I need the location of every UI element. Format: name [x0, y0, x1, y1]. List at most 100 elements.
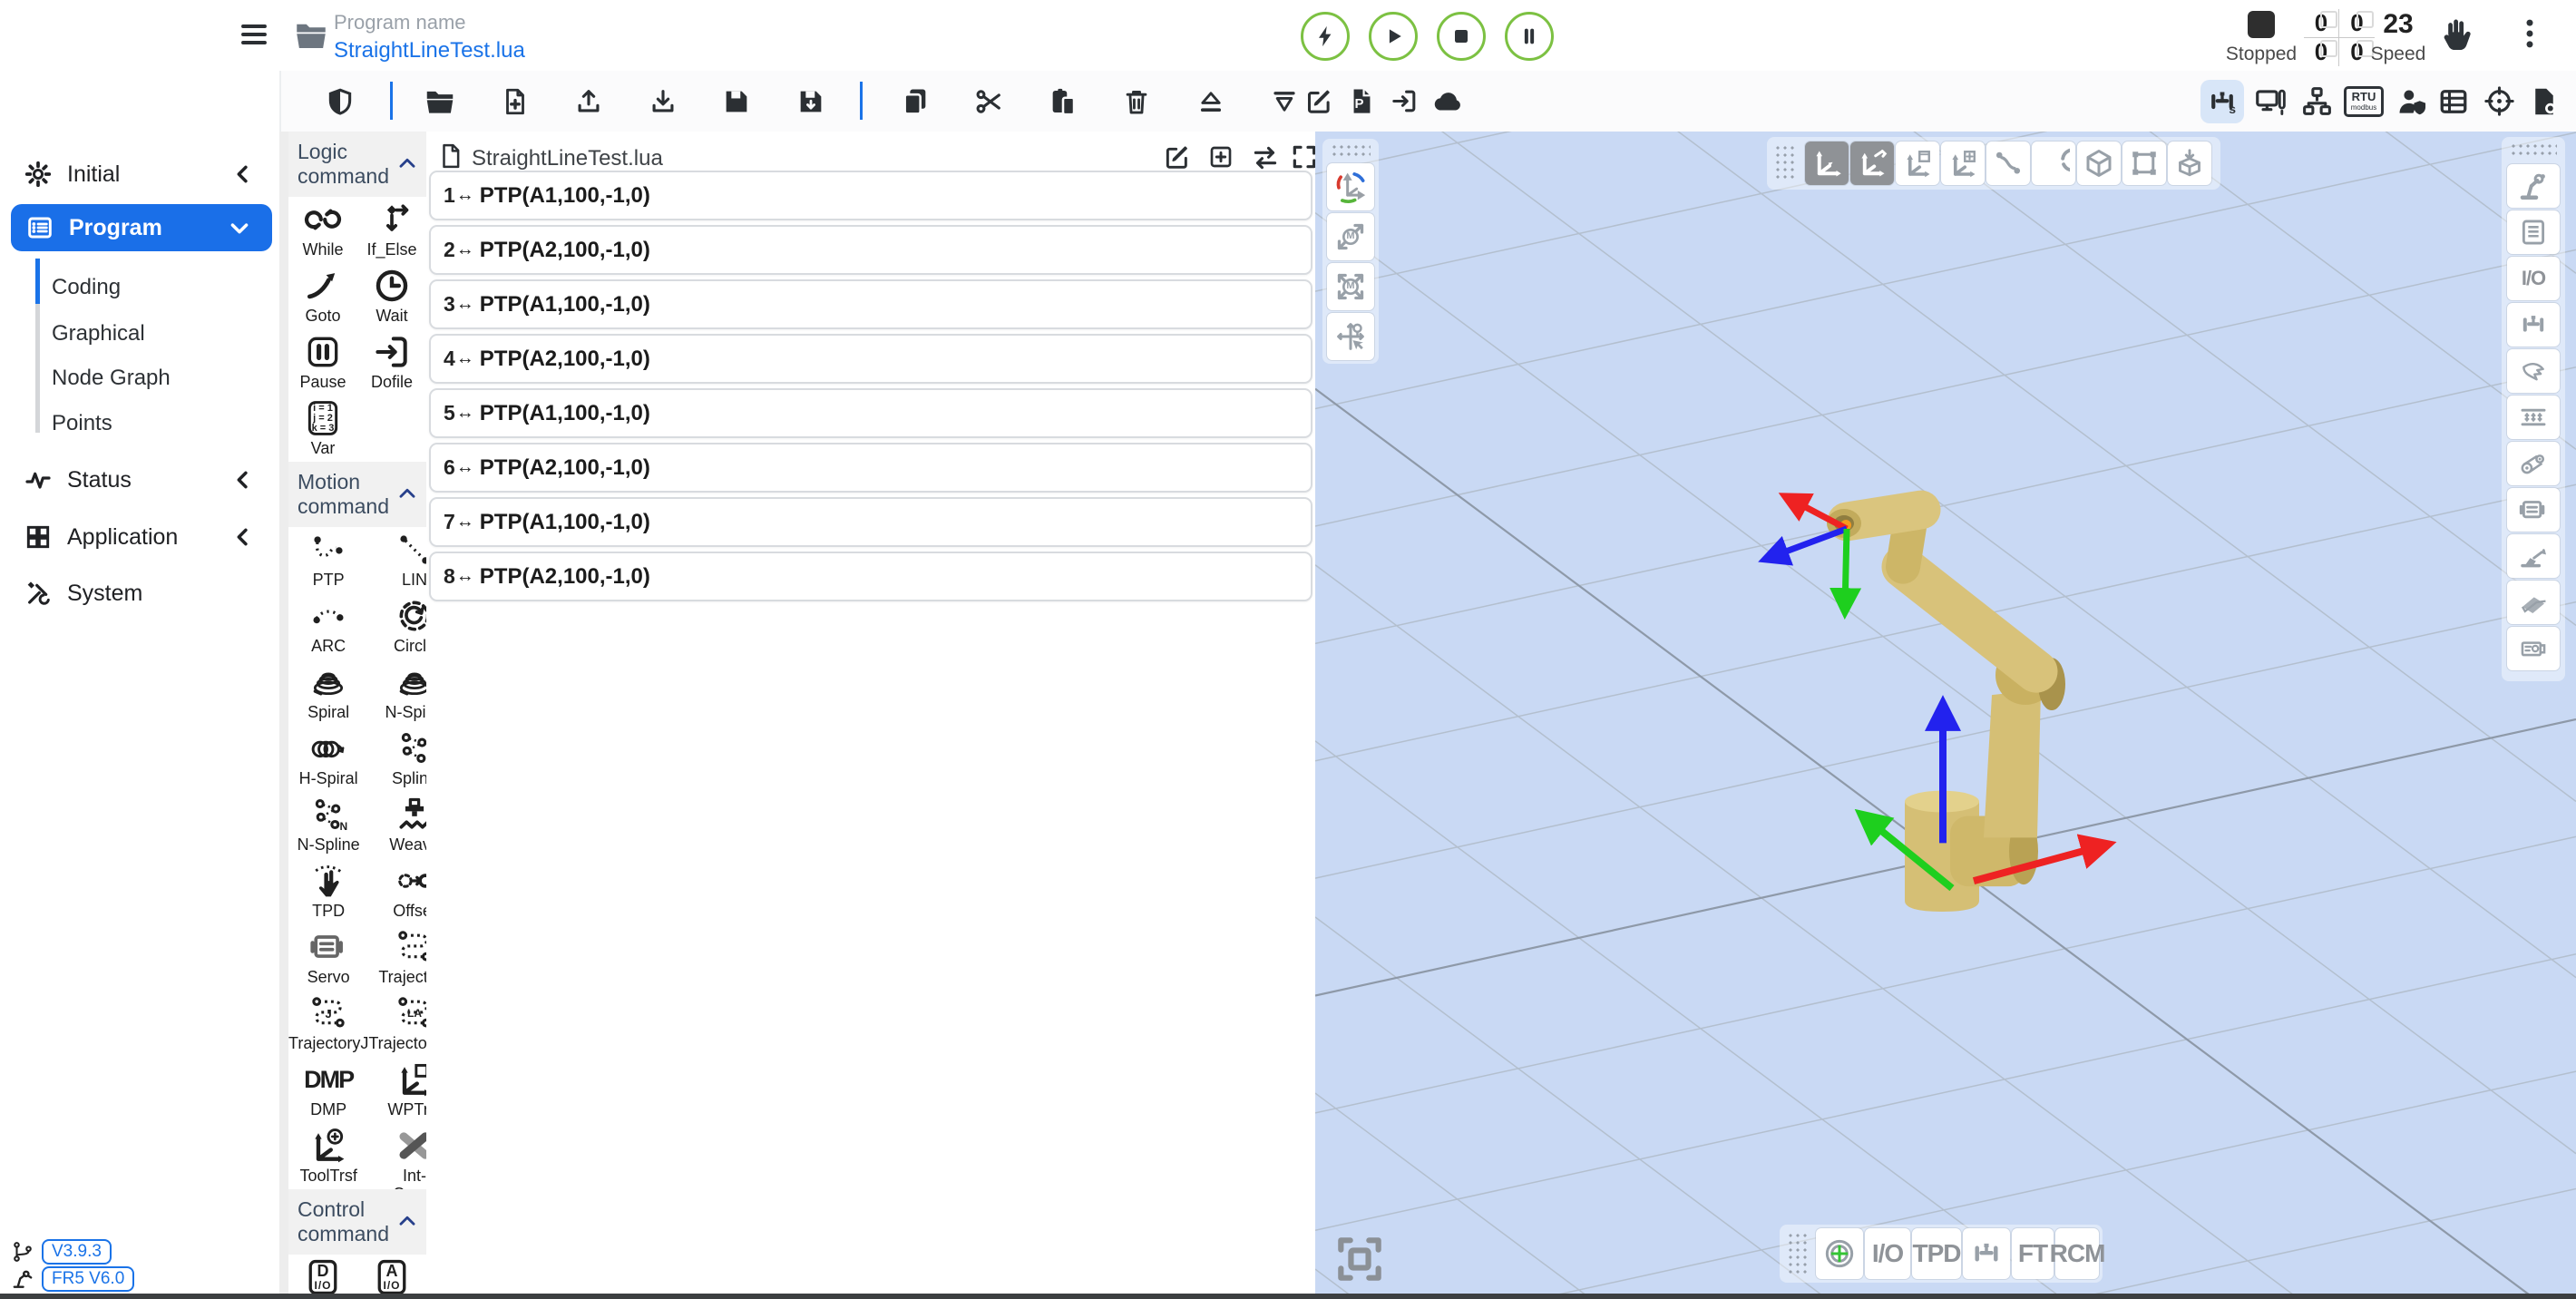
gripper-sim-button[interactable]: s [2204, 71, 2240, 132]
sidebar-item-graphical[interactable]: Graphical [52, 316, 269, 352]
program-file-name[interactable]: StraightLineTest.lua [334, 38, 525, 63]
drag-handle[interactable] [1331, 143, 1371, 160]
section-motion-command[interactable]: Motion command [288, 462, 426, 527]
network-button[interactable] [2298, 71, 2335, 132]
sidebar-item-status[interactable]: Status [0, 455, 278, 504]
chevron-up-icon[interactable] [395, 482, 419, 505]
io-panel-button[interactable]: I/O [2507, 257, 2560, 300]
stop-button[interactable] [1437, 12, 1486, 61]
palette-item-wait[interactable]: Wait [357, 263, 426, 329]
cut-button[interactable] [972, 71, 1005, 132]
move-all-button[interactable]: M [1327, 263, 1374, 310]
world-frame-button[interactable] [1805, 142, 1849, 185]
sidebar-item-program[interactable]: Program [11, 204, 272, 251]
palette-item-arc[interactable]: ARC [288, 593, 368, 659]
speed-value[interactable]: 23 [2369, 9, 2427, 40]
palette-item-spline[interactable]: Spline [368, 726, 426, 792]
rcm-display-toggle[interactable]: RCM [2055, 1228, 2099, 1279]
program-line-2[interactable]: 2↔PTP(A2,100,-1,0) [429, 225, 1312, 275]
conveyor-panel-button[interactable] [2507, 396, 2560, 439]
tool-frame-button[interactable] [1850, 142, 1894, 185]
belt-panel-button[interactable] [2507, 442, 2560, 485]
gripper-panel-button[interactable] [2507, 303, 2560, 347]
palette-item-while[interactable]: While [288, 197, 357, 263]
open-file-button[interactable] [423, 71, 457, 132]
show-circle-button[interactable] [2032, 142, 2075, 185]
sheet-panel-button[interactable] [2507, 581, 2560, 624]
palette-item-trajectory[interactable]: Trajectory [368, 924, 426, 991]
gripper-display-toggle[interactable] [1963, 1228, 2010, 1279]
modbus-rtu-button[interactable]: RTU modbus [2344, 71, 2384, 132]
save-button[interactable] [720, 71, 753, 132]
copy-button[interactable] [899, 71, 932, 132]
show-cube-button[interactable] [2077, 142, 2121, 185]
add-line-button[interactable] [1206, 142, 1235, 171]
program-line-1[interactable]: 1↔PTP(A1,100,-1,0) [429, 171, 1312, 220]
palette-item-lin[interactable]: LIN [368, 527, 426, 593]
save-as-button[interactable] [795, 71, 827, 132]
program-line-4[interactable]: 4↔PTP(A2,100,-1,0) [429, 334, 1312, 384]
download-button[interactable] [647, 71, 679, 132]
rotate-axes-button[interactable] [1327, 163, 1374, 210]
palette-item-goto[interactable]: Goto [288, 263, 357, 329]
drag-handle[interactable] [1787, 1232, 1807, 1275]
palette-item-ptp[interactable]: PTP [288, 527, 368, 593]
run-button[interactable] [1369, 12, 1418, 61]
sidebar-item-points[interactable]: Points [52, 405, 269, 442]
palette-item-offset[interactable]: Offset [368, 858, 426, 924]
user-permission-button[interactable] [2393, 71, 2431, 132]
palette-item-dmp[interactable]: DMPDMP [288, 1057, 368, 1123]
hamburger-menu-button[interactable] [238, 18, 270, 51]
palette-item-var[interactable]: i = 1 j = 2 k = 3 Var [288, 396, 357, 462]
palette-item-tooltrsf[interactable]: ToolTrsf [288, 1123, 368, 1189]
program-line-5[interactable]: 5↔PTP(A1,100,-1,0) [429, 388, 1312, 438]
sidebar-item-application[interactable]: Application [0, 513, 278, 562]
drop-object-button[interactable] [2168, 142, 2211, 185]
fit-view-button[interactable] [1332, 1231, 1388, 1287]
sidebar-item-node-graph[interactable]: Node Graph [52, 360, 269, 396]
palette-item-weave[interactable]: Weave [368, 792, 426, 858]
palette-item-trajectoryj[interactable]: JTrajectoryJ [288, 991, 368, 1057]
section-control-command[interactable]: Control command [288, 1189, 426, 1255]
palette-item-servo[interactable]: Servo [288, 924, 368, 991]
import-button[interactable] [1388, 71, 1420, 132]
palette-item-n-spline[interactable]: NN-Spline [288, 792, 368, 858]
3d-viewport[interactable]: M M I/O [1315, 132, 2576, 1294]
file-settings-button[interactable] [2525, 71, 2563, 132]
palette-item-wptrsf[interactable]: WPTrsf [368, 1057, 426, 1123]
cloud-button[interactable] [1430, 71, 1465, 132]
spray-panel-button[interactable] [2507, 349, 2560, 393]
log-panel-button[interactable] [2507, 210, 2560, 254]
filter-button[interactable] [1268, 71, 1301, 132]
drag-handle[interactable] [1774, 144, 1794, 182]
palette-item-a-io[interactable]: A I/O A I/O [357, 1255, 426, 1294]
palette-item-int-curve[interactable]: Int-Curve [368, 1123, 426, 1189]
protect-button[interactable] [324, 71, 356, 132]
tcp-target-toggle[interactable] [1816, 1228, 1863, 1279]
program-line-7[interactable]: 7↔PTP(A1,100,-1,0) [429, 497, 1312, 547]
object-frame-button[interactable] [1896, 142, 1939, 185]
io-display-toggle[interactable]: I/O [1865, 1228, 1910, 1279]
register-table-button[interactable] [2435, 71, 2473, 132]
palette-item-circle[interactable]: Circle [368, 593, 426, 659]
calibration-button[interactable] [2480, 71, 2518, 132]
show-path-button[interactable] [1986, 142, 2030, 185]
new-file-button[interactable] [499, 71, 532, 132]
ft-display-toggle[interactable]: FT [2012, 1228, 2054, 1279]
web-version-badge[interactable]: V3.9.3 [42, 1239, 112, 1265]
chevron-up-icon[interactable] [395, 151, 419, 175]
paste-button[interactable] [1047, 71, 1079, 132]
sidebar-item-initial[interactable]: Initial [0, 150, 278, 199]
edit-program-button[interactable] [1303, 71, 1335, 132]
reorder-lines-button[interactable] [1250, 142, 1281, 173]
program-line-8[interactable]: 8↔PTP(A2,100,-1,0) [429, 552, 1312, 601]
pause-button[interactable] [1505, 12, 1554, 61]
palette-item-if-else[interactable]: If_Else [357, 197, 426, 263]
palette-item-spiral[interactable]: Spiral [288, 659, 368, 726]
weld-panel-button[interactable] [2507, 534, 2560, 578]
pick-point-button[interactable] [1327, 313, 1374, 360]
upload-button[interactable] [572, 71, 605, 132]
more-menu-button[interactable] [2513, 16, 2547, 51]
robot-version-badge[interactable]: FR5 V6.0 [42, 1266, 134, 1292]
monitor-button[interactable] [2252, 71, 2288, 132]
